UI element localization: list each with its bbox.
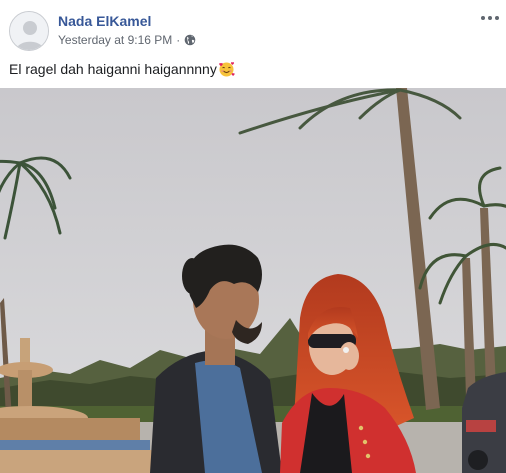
author-name[interactable]: Nada ElKamel	[58, 13, 151, 29]
meta-separator: ·	[176, 33, 181, 47]
post-photo[interactable]	[0, 88, 506, 473]
default-avatar-icon	[10, 12, 48, 50]
post-meta: Yesterday at 9:16 PM ·	[58, 33, 196, 47]
avatar[interactable]	[9, 11, 49, 51]
post-header: Nada ElKamel Yesterday at 9:16 PM ·	[0, 0, 506, 56]
globe-icon[interactable]	[184, 34, 196, 46]
more-options-icon[interactable]	[478, 8, 502, 28]
photo-couple-outdoors	[0, 88, 506, 473]
post-text: El ragel dah haiganni haigannnny	[9, 61, 235, 77]
timestamp-link[interactable]: Yesterday at 9:16 PM	[58, 33, 172, 47]
post-message: El ragel dah haiganni haigannnny	[9, 61, 217, 77]
smiling-face-with-hearts-icon	[218, 61, 235, 77]
